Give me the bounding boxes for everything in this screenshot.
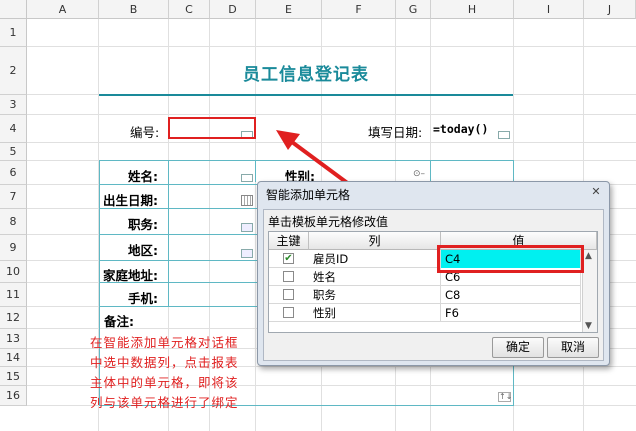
header-key[interactable]: 主键 [269,232,309,250]
value-cell[interactable]: C8 [441,286,581,304]
column-name[interactable]: 性别 [309,304,441,322]
column-name[interactable]: 姓名 [309,268,441,286]
scroll-down-icon[interactable]: ▼ [585,321,592,331]
key-checkbox[interactable]: ✔ [283,253,294,264]
scroll-up-icon[interactable]: ▲ [585,251,592,261]
grid-row-gender[interactable]: 性别 F6 [269,304,581,322]
cancel-button[interactable]: 取消 [547,337,599,358]
grid-row-position[interactable]: 职务 C8 [269,286,581,304]
key-checkbox[interactable] [283,271,294,282]
dialog-body: 单击模板单元格修改值 主键 列 值 ✔ 雇员ID C4 姓名 C6 职务 C8 [263,209,604,361]
close-icon[interactable]: ✕ [588,185,604,199]
smart-add-cell-dialog[interactable]: 智能添加单元格 ✕ 单击模板单元格修改值 主键 列 值 ✔ 雇员ID C4 姓名… [257,181,610,366]
ok-button[interactable]: 确定 [492,337,544,358]
header-column[interactable]: 列 [309,232,441,250]
dialog-hint: 单击模板单元格修改值 [268,215,389,229]
dialog-title: 智能添加单元格 [266,188,351,202]
grid-scrollbar[interactable]: ▲ ▼ [582,250,597,332]
key-checkbox[interactable] [283,307,294,318]
key-checkbox[interactable] [283,289,294,300]
column-name[interactable]: 职务 [309,286,441,304]
column-name[interactable]: 雇员ID [309,250,441,268]
selected-value-highlight [437,245,584,273]
value-cell[interactable]: F6 [441,304,581,322]
